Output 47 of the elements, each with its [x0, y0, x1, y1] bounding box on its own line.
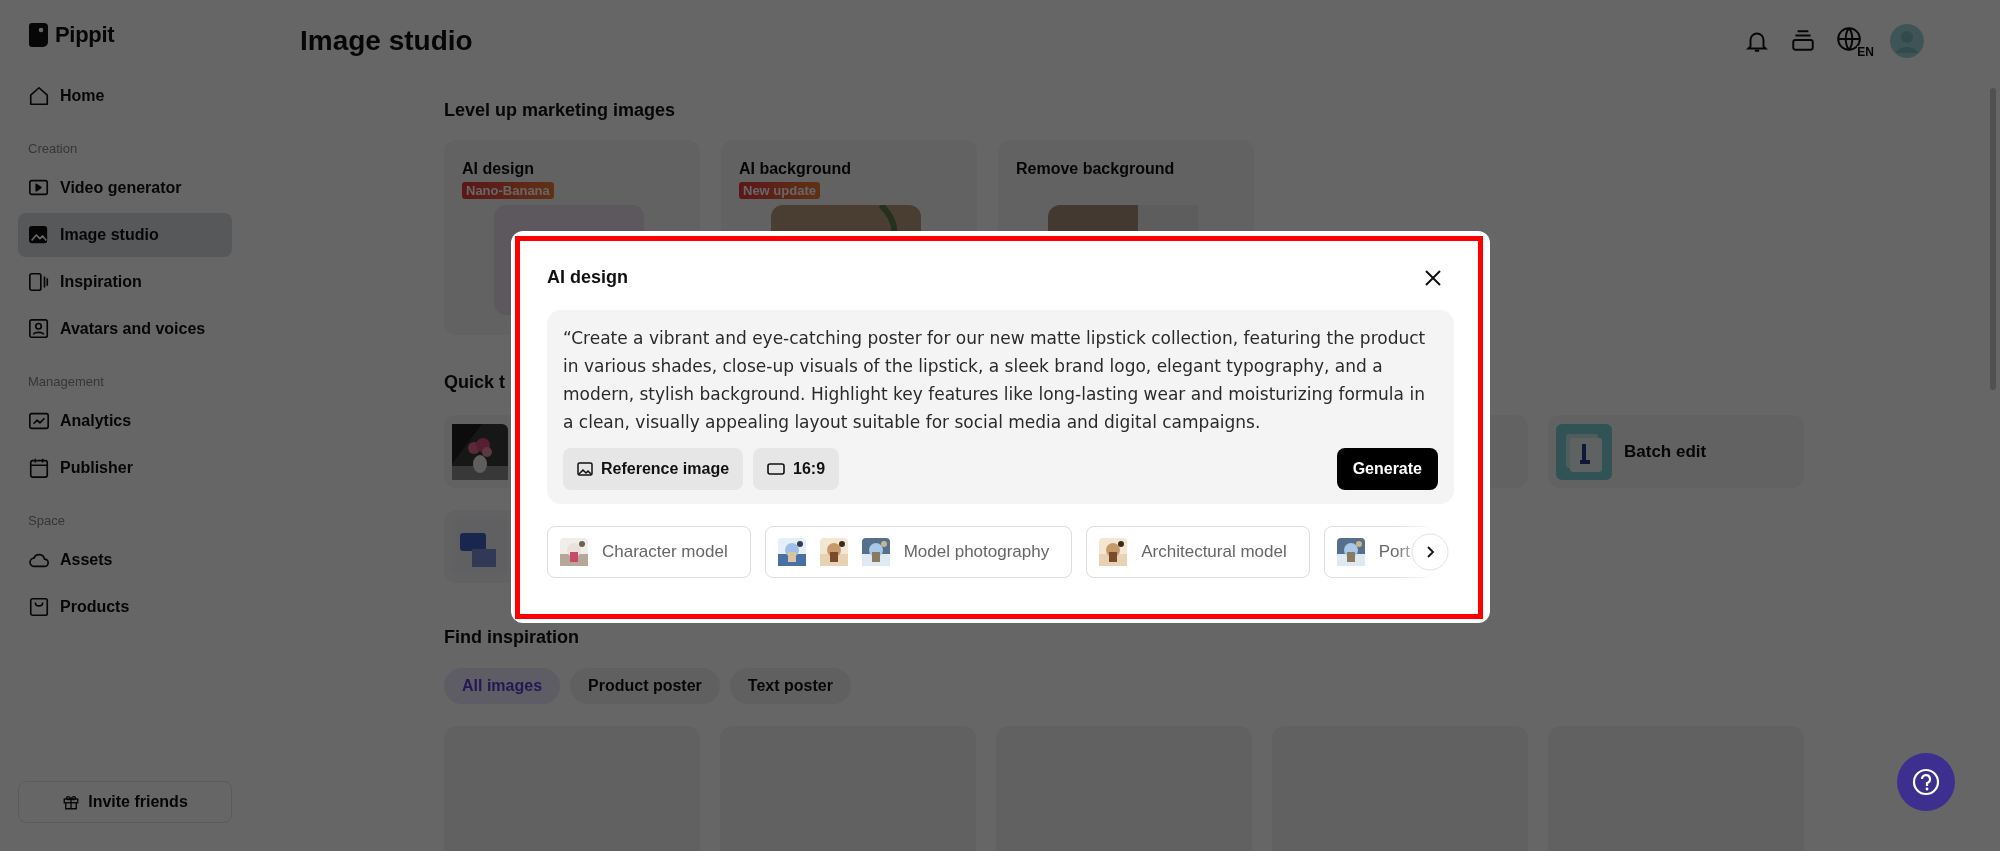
- card-badge: Nano-Banana: [462, 182, 554, 199]
- prompt-field[interactable]: “Create a vibrant and eye-catching poster for our new matte lipstick collection, featuring the product in various shades, close-up visuals of the lipstick, a sleek brand logo, elegant typography, and a modern, stylish background. Highlight key features like long-lasting wear and moisturizing formula in a clean, visually appealing layout suitable for social media and digital campaigns. Reference image 16:9 Generate: [547, 310, 1454, 504]
- filter-tab[interactable]: Text poster: [729, 668, 851, 704]
- nav-item[interactable]: Publisher: [18, 446, 232, 490]
- dialog-title: AI design: [547, 267, 628, 288]
- style-option[interactable]: Model photography: [764, 526, 1073, 578]
- tool-card[interactable]: Batch edit: [1548, 415, 1804, 488]
- nav-item[interactable]: Video generator: [18, 166, 232, 210]
- filter-tab[interactable]: All images: [444, 668, 561, 704]
- nav-item[interactable]: Avatars and voices: [18, 307, 232, 351]
- calendar-icon: [28, 457, 50, 479]
- gift-icon: [62, 793, 81, 811]
- page-title: Image studio: [300, 25, 473, 57]
- close-icon[interactable]: [1424, 268, 1442, 287]
- stack-icon[interactable]: [1790, 28, 1816, 54]
- style-option[interactable]: Character model: [547, 526, 751, 578]
- home-icon: [28, 85, 50, 107]
- reference-image-button[interactable]: Reference image: [563, 448, 744, 490]
- box-icon: [28, 596, 50, 618]
- nav-item[interactable]: Inspiration: [18, 260, 232, 304]
- generate-button[interactable]: Generate: [1336, 448, 1438, 490]
- card-badge: New update: [739, 182, 820, 199]
- section-heading: Quick t: [444, 372, 505, 393]
- style-option[interactable]: Architectural model: [1086, 526, 1310, 578]
- card-title: AI background: [739, 160, 851, 178]
- aspect-ratio-button[interactable]: 16:9: [753, 448, 840, 490]
- section-heading: Find inspiration: [444, 627, 579, 648]
- logo-icon: [29, 23, 49, 47]
- phone-icon: [28, 271, 50, 293]
- help-icon[interactable]: [1897, 753, 1955, 811]
- nav-item[interactable]: Image studio: [18, 213, 232, 257]
- image-icon: [577, 461, 593, 477]
- image-icon: [28, 224, 50, 246]
- filter-tab[interactable]: Product poster: [570, 668, 720, 704]
- section-heading: Level up marketing images: [444, 100, 676, 121]
- nav-item[interactable]: Assets: [18, 538, 232, 582]
- nav-item[interactable]: Analytics: [18, 399, 232, 443]
- invite-friends-button[interactable]: Invite friends: [18, 781, 232, 823]
- tool-label: Batch edit: [1624, 441, 1707, 462]
- nav-item[interactable]: Products: [18, 585, 232, 629]
- card-title: AI design: [462, 160, 534, 178]
- user-icon: [28, 318, 50, 340]
- rectangle-icon: [767, 463, 786, 475]
- card-title: Remove background: [1016, 160, 1175, 178]
- nav-item[interactable]: Home: [18, 74, 232, 118]
- logo-text: Pippit: [55, 22, 115, 48]
- chart-icon: [28, 410, 50, 432]
